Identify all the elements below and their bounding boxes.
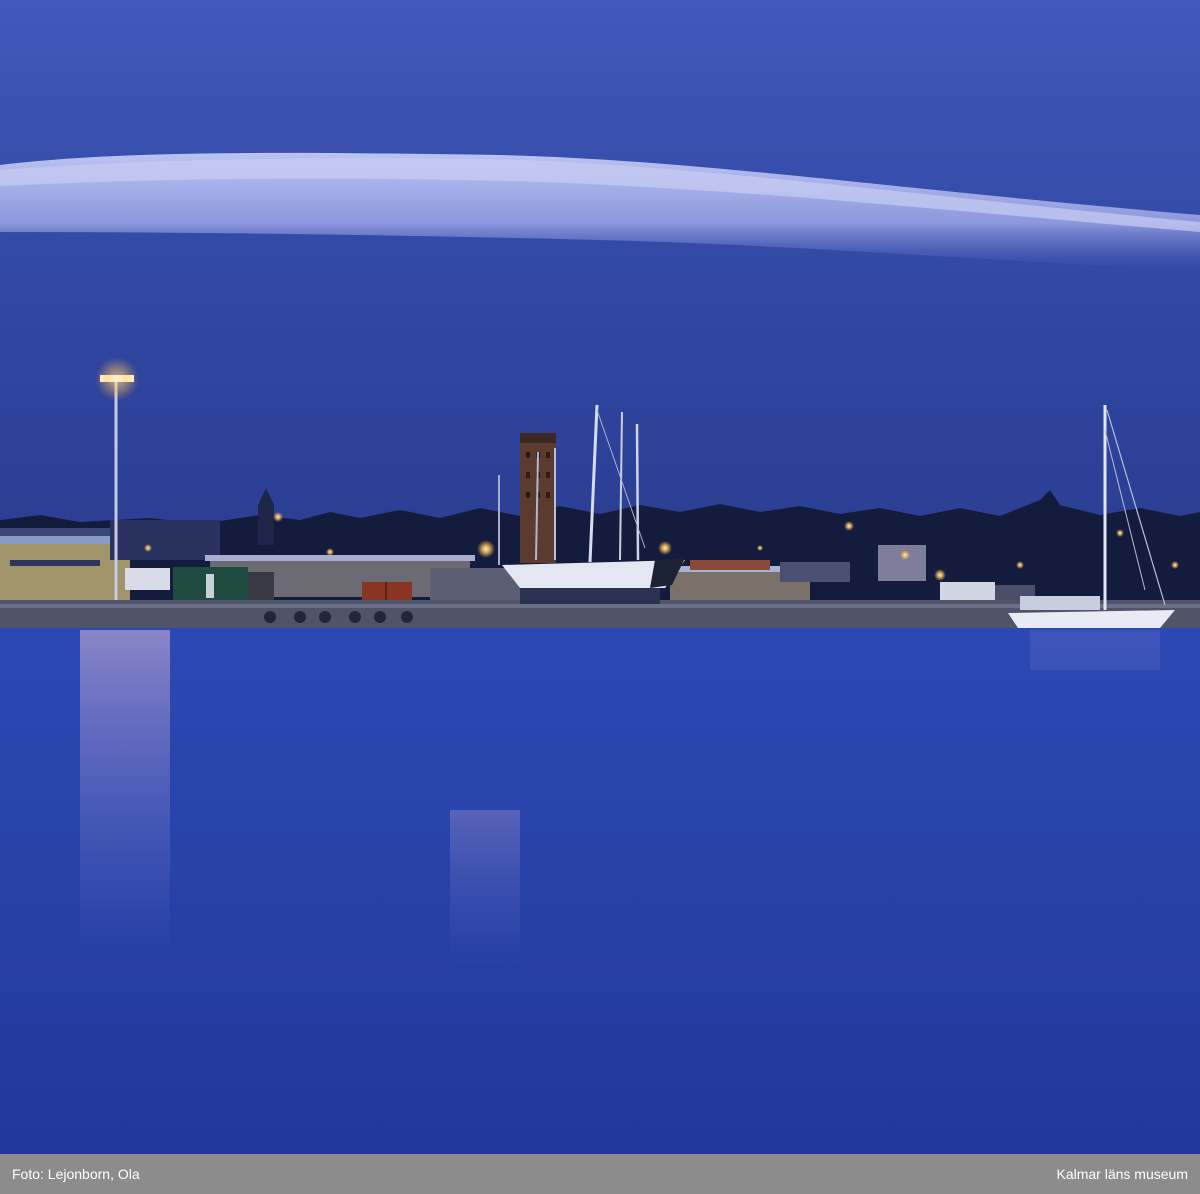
photographer-credit: Foto: Lejonborn, Ola <box>12 1166 140 1182</box>
photo-frame: Foto: Lejonborn, Ola Kalmar läns museum <box>0 0 1200 1194</box>
right-boat-reflection <box>1030 630 1160 670</box>
water <box>0 628 1200 1154</box>
museum-credit: Kalmar läns museum <box>1056 1166 1189 1182</box>
caption-bar: Foto: Lejonborn, Ola Kalmar läns museum <box>0 1154 1200 1194</box>
lamp-reflection <box>80 630 170 960</box>
harbor-photo <box>0 0 1200 1154</box>
boat-reflection <box>450 810 520 970</box>
site-cabin <box>173 567 274 602</box>
